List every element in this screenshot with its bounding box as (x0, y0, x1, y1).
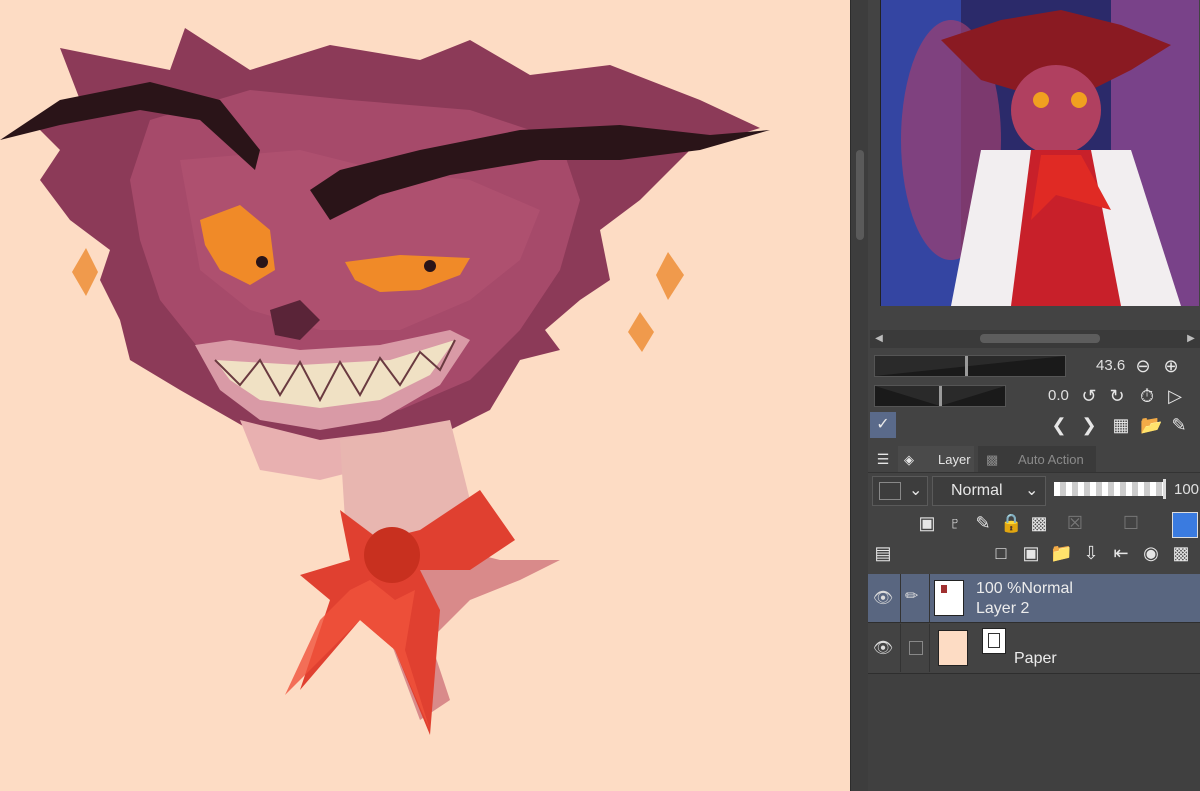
camera-icon[interactable]: ▩ (1170, 542, 1192, 564)
zoom-in-icon[interactable]: ⊕ (1160, 355, 1182, 377)
prev-icon[interactable]: ❮ (1048, 414, 1070, 436)
draft-layer-icon[interactable]: ✎ (972, 512, 994, 534)
paper-icon (982, 628, 1006, 654)
layers-icon: ◈ (904, 452, 914, 467)
lock-transparency-icon[interactable]: ▩ (1028, 512, 1050, 534)
edit-icon[interactable]: ✎ (1168, 414, 1190, 436)
drawing-canvas[interactable] (0, 0, 850, 791)
rotate-slider-gradient (875, 386, 1005, 406)
zoom-value: 43.6 (1096, 357, 1126, 374)
tab-layer[interactable]: ◈ Layer (898, 446, 974, 472)
reset-rotation-icon[interactable]: ⏱ (1136, 385, 1158, 407)
scrollbar-thumb[interactable] (856, 150, 864, 240)
blend-mode-dropdown[interactable]: Normal ⌄ (932, 476, 1046, 506)
layer-status: 100 %Normal (976, 580, 1073, 597)
new-raster-layer-icon[interactable]: □ (990, 542, 1012, 564)
new-folder-icon[interactable]: 📁 (1050, 542, 1072, 564)
tab-auto-action[interactable]: ▩ Auto Action (978, 446, 1096, 472)
blend-mode-value: Normal (951, 482, 1003, 499)
new-vector-layer-icon[interactable]: ▣ (1020, 542, 1042, 564)
zoom-out-icon[interactable]: ⊖ (1132, 355, 1154, 377)
rotate-slider[interactable] (874, 385, 1006, 407)
next-icon[interactable]: ❯ (1078, 414, 1100, 436)
mask-icon[interactable]: ☒ (1064, 512, 1086, 534)
opacity-value: 100 (1174, 481, 1200, 498)
merge-icon[interactable]: ⇤ (1110, 542, 1132, 564)
scroll-right-icon[interactable]: ▶ (1184, 332, 1198, 346)
zoom-slider-gradient (875, 356, 1065, 376)
auto-action-icon: ▩ (986, 452, 999, 467)
layer-name: Paper (1014, 650, 1057, 667)
scrollbar-thumb[interactable] (980, 334, 1100, 343)
layer-list-empty-area (868, 674, 1200, 791)
layer-color-dropdown[interactable]: ⌄ (872, 476, 928, 506)
rotate-value: 0.0 (1048, 387, 1069, 404)
menu-icon[interactable]: ☰ (872, 448, 894, 470)
layer-name: Layer 2 (976, 600, 1030, 617)
zoom-slider[interactable] (874, 355, 1066, 377)
tab-label: Auto Action (1018, 452, 1084, 467)
layer-color-icon[interactable] (1172, 512, 1198, 538)
character-illustration (0, 28, 770, 735)
rotate-right-icon[interactable]: ↻ (1106, 385, 1128, 407)
eyedropper-icon: ✓ (876, 416, 890, 433)
edit-target-cell[interactable]: ✏ (900, 574, 930, 622)
layer-thumbnail (934, 580, 964, 616)
paper-thumbnail (938, 630, 968, 666)
scroll-left-icon[interactable]: ◀ (872, 332, 886, 346)
opacity-slider[interactable] (1054, 479, 1166, 499)
grid-icon[interactable]: ▦ (1110, 414, 1132, 436)
checkbox[interactable] (909, 641, 923, 655)
eyedropper-button[interactable]: ✓ (870, 412, 896, 438)
lock-icon[interactable]: 🔒 (1000, 512, 1022, 534)
color-swatch (879, 482, 901, 500)
right-panel: ◀ ▶ 43.6 ⊖ ⊕ 0.0 ↺ ↻ ⏱ ▷ ✓ ❮ ❯ ▦ 📂 ✎ ☰ ◈… (868, 0, 1200, 791)
reference-image (880, 0, 1199, 306)
canvas-vertical-scrollbar[interactable] (850, 0, 869, 791)
chevron-down-icon: ⌄ (909, 482, 923, 499)
rotate-left-icon[interactable]: ↺ (1078, 385, 1100, 407)
clip-icon[interactable]: ▣ (916, 512, 938, 534)
eye-icon[interactable]: 👁 (872, 588, 894, 608)
eye-icon[interactable]: 👁 (872, 638, 894, 658)
chevron-down-icon: ⌄ (1025, 482, 1039, 499)
open-folder-icon[interactable]: 📂 (1140, 414, 1162, 436)
reference-horizontal-scrollbar[interactable]: ◀ ▶ (870, 330, 1200, 348)
flip-icon[interactable]: ▷ (1164, 385, 1186, 407)
edit-target-cell[interactable] (900, 624, 930, 672)
layer-row-paper[interactable]: 👁 Paper (868, 624, 1200, 672)
layer-row-layer-2[interactable]: 👁 ✏ 100 %Normal Layer 2 (868, 574, 1200, 622)
pen-icon: ✏ (905, 588, 919, 605)
new-mask-icon[interactable]: ◉ (1140, 542, 1162, 564)
transfer-down-icon[interactable]: ⇩ (1080, 542, 1102, 564)
layer-property-icon[interactable]: ▤ (872, 542, 894, 564)
reference-photo (881, 0, 1199, 306)
ruler-icon[interactable]: ☐ (1120, 512, 1142, 534)
panel-tabs: ☰ ◈ Layer ▩ Auto Action (868, 446, 1200, 473)
reference-layer-icon[interactable]: ♇ (944, 512, 966, 534)
tab-label: Layer (938, 452, 971, 467)
